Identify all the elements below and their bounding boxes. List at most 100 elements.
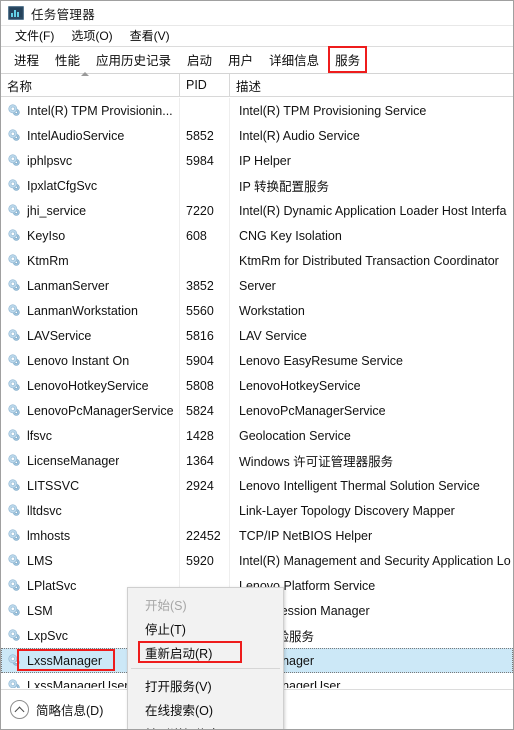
service-name-text: LanmanServer bbox=[27, 278, 109, 293]
table-row[interactable]: LanmanServer 3852 Server bbox=[1, 273, 513, 298]
service-gear-icon bbox=[7, 528, 22, 543]
service-name-text: LMS bbox=[27, 553, 53, 568]
cell-pid bbox=[179, 173, 229, 198]
table-row[interactable]: Intel(R) TPM Provisionin... Intel(R) TPM … bbox=[1, 98, 513, 123]
context-menu-item-label: 打开服务(V) bbox=[145, 679, 212, 694]
menu-item-view[interactable]: 查看(V) bbox=[122, 26, 179, 46]
table-row[interactable]: lmhosts 22452 TCP/IP NetBIOS Helper bbox=[1, 523, 513, 548]
table-row[interactable]: KeyIso 608 CNG Key Isolation bbox=[1, 223, 513, 248]
window-title: 任务管理器 bbox=[31, 7, 96, 22]
cell-pid: 1364 bbox=[179, 448, 229, 473]
table-row[interactable]: Lenovo Instant On 5904 Lenovo EasyResume S… bbox=[1, 348, 513, 373]
service-name-text: LanmanWorkstation bbox=[27, 303, 138, 318]
cell-description: Intel(R) Management and Security Applica… bbox=[229, 548, 513, 573]
context-menu-item-label: 重新启动(R) bbox=[145, 646, 213, 661]
context-menu-item[interactable]: 停止(T) bbox=[128, 616, 283, 640]
tab-details[interactable]: 详细信息 bbox=[261, 48, 327, 74]
table-row[interactable]: lltdsvc Link-Layer Topology Discovery Map… bbox=[1, 498, 513, 523]
cell-service-name: LMS bbox=[1, 553, 179, 568]
cell-pid: 5852 bbox=[179, 123, 229, 148]
cell-pid: 22452 bbox=[179, 523, 229, 548]
table-row[interactable]: IpxlatCfgSvc IP 转换配置服务 bbox=[1, 173, 513, 198]
service-name-text: KeyIso bbox=[27, 228, 66, 243]
cell-pid: 5808 bbox=[179, 373, 229, 398]
cell-service-name: LanmanWorkstation bbox=[1, 303, 179, 318]
cell-service-name: iphlpsvc bbox=[1, 153, 179, 168]
cell-service-name: IpxlatCfgSvc bbox=[1, 178, 179, 193]
table-row[interactable]: lfsvc 1428 Geolocation Service bbox=[1, 423, 513, 448]
service-name-text: LenovoPcManagerService bbox=[27, 403, 174, 418]
table-row[interactable]: KtmRm KtmRm for Distributed Transaction C… bbox=[1, 248, 513, 273]
cell-service-name: KtmRm bbox=[1, 253, 179, 268]
tab-users[interactable]: 用户 bbox=[220, 48, 261, 74]
service-name-text: LSM bbox=[27, 603, 53, 618]
cell-pid: 5560 bbox=[179, 298, 229, 323]
tab-services-wrapper: 服务 bbox=[327, 46, 368, 74]
service-gear-icon bbox=[7, 578, 22, 593]
table-row[interactable]: LanmanWorkstation 5560 Workstation bbox=[1, 298, 513, 323]
service-gear-icon bbox=[7, 603, 22, 618]
context-menu[interactable]: 开始(S) 停止(T) 重新启动(R) 打开服务(V) 在线搜索(O) 转到详细信息(D) bbox=[127, 587, 284, 730]
cell-description: IP 转换配置服务 bbox=[229, 173, 513, 198]
cell-pid bbox=[179, 248, 229, 273]
cell-pid: 3852 bbox=[179, 273, 229, 298]
service-gear-icon bbox=[7, 103, 22, 118]
menu-item-options[interactable]: 选项(O) bbox=[63, 26, 121, 46]
table-row[interactable]: IntelAudioService 5852 Intel(R) Audio Serv… bbox=[1, 123, 513, 148]
cell-description: CNG Key Isolation bbox=[229, 223, 513, 248]
table-row[interactable]: LITSSVC 2924 Lenovo Intelligent Thermal So… bbox=[1, 473, 513, 498]
cell-pid: 5904 bbox=[179, 348, 229, 373]
context-menu-item[interactable]: 重新启动(R) bbox=[128, 640, 283, 664]
table-row[interactable]: LMS 5920 Intel(R) Management and Security … bbox=[1, 548, 513, 573]
tab-startup[interactable]: 启动 bbox=[179, 48, 220, 74]
cell-service-name: LicenseManager bbox=[1, 453, 179, 468]
cell-description: Intel(R) Dynamic Application Loader Host… bbox=[229, 198, 513, 223]
service-name-text: LenovoHotkeyService bbox=[27, 378, 149, 393]
context-menu-item[interactable]: 在线搜索(O) bbox=[128, 697, 283, 721]
table-row[interactable]: LAVService 5816 LAV Service bbox=[1, 323, 513, 348]
cell-service-name: LAVService bbox=[1, 328, 179, 343]
service-name-text: Intel(R) TPM Provisionin... bbox=[27, 103, 173, 118]
service-gear-icon bbox=[7, 128, 22, 143]
menu-item-file[interactable]: 文件(F) bbox=[7, 26, 63, 46]
column-header-pid[interactable]: PID bbox=[179, 74, 229, 96]
cell-pid: 2924 bbox=[179, 473, 229, 498]
cell-service-name: LanmanServer bbox=[1, 278, 179, 293]
service-name-text: LITSSVC bbox=[27, 478, 80, 493]
tab-app-history[interactable]: 应用历史记录 bbox=[88, 48, 179, 74]
table-row[interactable]: LenovoPcManagerService 5824 LenovoPcManage… bbox=[1, 398, 513, 423]
table-row[interactable]: jhi_service 7220 Intel(R) Dynamic Applicat… bbox=[1, 198, 513, 223]
service-name-text: lmhosts bbox=[27, 528, 71, 543]
fewer-details-label[interactable]: 简略信息(D) bbox=[36, 700, 103, 719]
table-row[interactable]: LenovoHotkeyService 5808 LenovoHotkeyServi… bbox=[1, 373, 513, 398]
cell-description: KtmRm for Distributed Transaction Coordi… bbox=[229, 248, 513, 273]
column-header-name-label: 名称 bbox=[7, 79, 33, 94]
chevron-up-circle-icon[interactable] bbox=[10, 700, 29, 719]
context-menu-item[interactable]: 打开服务(V) bbox=[128, 673, 283, 697]
column-header-name[interactable]: 名称 bbox=[1, 72, 179, 96]
service-gear-icon bbox=[7, 153, 22, 168]
cell-service-name: LenovoPcManagerService bbox=[1, 403, 179, 418]
cell-description: Server bbox=[229, 273, 513, 298]
table-row[interactable]: iphlpsvc 5984 IP Helper bbox=[1, 148, 513, 173]
cell-description: Lenovo EasyResume Service bbox=[229, 348, 513, 373]
cell-pid: 7220 bbox=[179, 198, 229, 223]
service-name-text: lfsvc bbox=[27, 428, 52, 443]
cell-description: Intel(R) Audio Service bbox=[229, 123, 513, 148]
cell-service-name: Lenovo Instant On bbox=[1, 353, 179, 368]
service-gear-icon bbox=[7, 453, 22, 468]
cell-pid bbox=[179, 498, 229, 523]
context-menu-item-label: 开始(S) bbox=[145, 598, 187, 613]
tab-services[interactable]: 服务 bbox=[327, 48, 368, 74]
service-name-text: LxpSvc bbox=[27, 628, 68, 643]
tab-processes[interactable]: 进程 bbox=[6, 48, 47, 74]
context-menu-item[interactable]: 转到详细信息(D) bbox=[128, 721, 283, 730]
service-name-text: jhi_service bbox=[27, 203, 87, 218]
service-name-text: IpxlatCfgSvc bbox=[27, 178, 98, 193]
cell-pid: 5920 bbox=[179, 548, 229, 573]
cell-description: Lenovo Intelligent Thermal Solution Serv… bbox=[229, 473, 513, 498]
column-header-description[interactable]: 描述 bbox=[229, 74, 513, 96]
cell-service-name: lfsvc bbox=[1, 428, 179, 443]
tab-performance[interactable]: 性能 bbox=[47, 48, 88, 74]
table-row[interactable]: LicenseManager 1364 Windows 许可证管理器服务 bbox=[1, 448, 513, 473]
